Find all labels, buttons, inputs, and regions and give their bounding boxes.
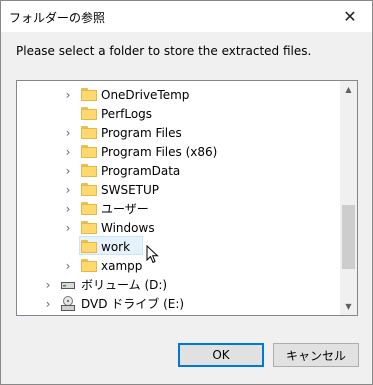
chevron-right-icon[interactable]: ›: [63, 218, 73, 237]
close-icon: ✕: [343, 7, 357, 26]
tree-item-label: xampp: [101, 258, 143, 273]
tree-item-volume-d[interactable]: › ボリューム (D:): [17, 275, 339, 294]
tree-item-windows[interactable]: › Windows: [17, 218, 339, 237]
tree-item-label: OneDriveTemp: [101, 87, 190, 102]
ok-button[interactable]: OK: [178, 343, 264, 367]
chevron-right-icon[interactable]: ›: [63, 123, 73, 142]
chevron-right-icon[interactable]: ›: [43, 294, 53, 313]
scroll-down-icon[interactable]: ▼: [340, 298, 357, 315]
cancel-button[interactable]: キャンセル: [273, 343, 359, 367]
folder-icon: [81, 202, 97, 215]
folder-icon: [81, 126, 97, 139]
folder-icon: [81, 88, 97, 101]
scroll-up-icon[interactable]: ▲: [340, 81, 357, 98]
tree-item-label: SWSETUP: [101, 182, 160, 197]
title-bar: フォルダーの参照 ✕: [1, 1, 372, 32]
chevron-right-icon[interactable]: ›: [43, 275, 53, 294]
tree-item-label: work: [101, 239, 131, 254]
tree-item-programdata[interactable]: › ProgramData: [17, 161, 339, 180]
dvd-drive-icon: [61, 296, 75, 311]
tree-item-label: ボリューム (D:): [81, 278, 168, 292]
folder-browse-dialog: フォルダーの参照 ✕ Please select a folder to sto…: [0, 0, 373, 385]
tree-item-users[interactable]: › ユーザー: [17, 199, 339, 218]
chevron-right-icon[interactable]: ›: [63, 161, 73, 180]
chevron-right-icon[interactable]: ›: [63, 199, 73, 218]
folder-icon: [81, 107, 97, 120]
tree-item-label: ProgramData: [101, 163, 181, 178]
tree-item-label: DVD ドライブ (E:): [81, 297, 185, 311]
tree-item-label: Windows: [101, 220, 155, 235]
tree-item-dvd-e[interactable]: › DVD ドライブ (E:): [17, 294, 339, 313]
folder-tree[interactable]: › OneDriveTemp PerfLogs › Program Files …: [16, 80, 358, 316]
chevron-right-icon[interactable]: ›: [63, 256, 73, 275]
folder-icon: [81, 164, 97, 177]
folder-icon: [81, 145, 97, 158]
instruction-text: Please select a folder to store the extr…: [16, 44, 312, 58]
tree-item-label: Program Files: [101, 125, 182, 140]
folder-icon: [81, 259, 97, 272]
tree-item-perflogs[interactable]: PerfLogs: [17, 104, 339, 123]
vertical-scrollbar[interactable]: ▲ ▼: [340, 81, 357, 315]
tree-item-label: ユーザー: [101, 202, 149, 216]
chevron-right-icon[interactable]: ›: [63, 180, 73, 199]
folder-icon: [81, 221, 97, 234]
folder-icon: [81, 240, 97, 253]
tree-item-xampp[interactable]: › xampp: [17, 256, 339, 275]
tree-item-program-files-x86[interactable]: › Program Files (x86): [17, 142, 339, 161]
mouse-pointer-icon: [146, 245, 159, 264]
tree-item-swsetup[interactable]: › SWSETUP: [17, 180, 339, 199]
tree-item-label: PerfLogs: [101, 106, 153, 121]
dialog-title: フォルダーの参照: [9, 11, 106, 25]
close-button[interactable]: ✕: [328, 1, 372, 32]
tree-item-program-files[interactable]: › Program Files: [17, 123, 339, 142]
scrollbar-thumb[interactable]: [342, 205, 355, 269]
chevron-right-icon[interactable]: ›: [63, 142, 73, 161]
folder-icon: [81, 183, 97, 196]
tree-item-label: Program Files (x86): [101, 144, 218, 159]
chevron-right-icon[interactable]: ›: [63, 85, 73, 104]
tree-item-work[interactable]: work: [17, 237, 339, 256]
tree-item-onedrivetemp[interactable]: › OneDriveTemp: [17, 85, 339, 104]
drive-icon: [61, 282, 75, 289]
